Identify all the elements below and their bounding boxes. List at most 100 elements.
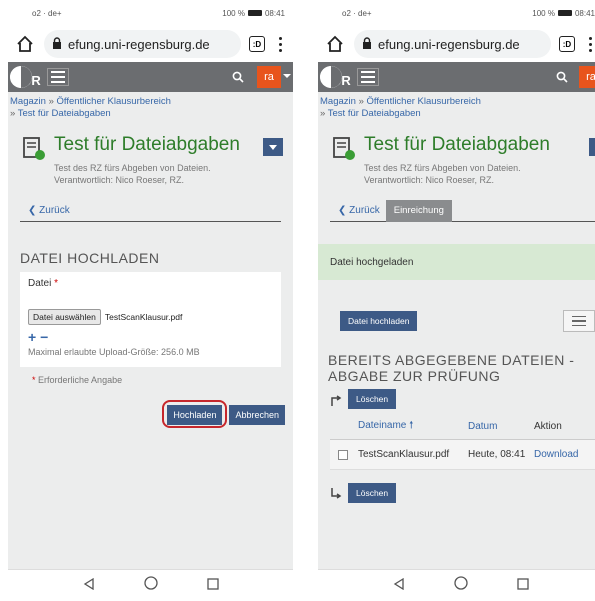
actions-dropdown-button[interactable] xyxy=(589,138,595,156)
home-nav-icon[interactable] xyxy=(453,576,468,595)
add-file-icon[interactable]: + xyxy=(28,329,36,345)
status-bar: o2 · de+ 100 % 08:41 xyxy=(8,0,293,26)
breadcrumb-magazin[interactable]: Magazin xyxy=(10,96,46,107)
search-icon[interactable] xyxy=(551,66,573,88)
breadcrumb-test-submissions[interactable]: Test für Dateiabgaben xyxy=(18,108,111,119)
browser-menu-icon[interactable] xyxy=(583,36,595,52)
sort-up-icon: 🠕 xyxy=(409,420,414,431)
browser-menu-icon[interactable] xyxy=(273,36,287,52)
choose-file-button[interactable]: Datei auswählen xyxy=(28,309,101,325)
section-title: DATEI HOCHLADEN xyxy=(20,250,160,266)
android-nav-bar xyxy=(318,569,595,601)
recents-nav-icon[interactable] xyxy=(516,577,529,595)
breadcrumb-test-submissions[interactable]: Test für Dateiabgaben xyxy=(328,108,421,119)
user-menu-button[interactable]: ra xyxy=(579,66,595,88)
upload-highlight: Hochladen xyxy=(162,400,228,428)
cancel-button[interactable]: Abbrechen xyxy=(229,405,285,425)
actions-dropdown-button[interactable] xyxy=(263,138,283,156)
page-title-row: Test für Dateiabgaben xyxy=(318,120,595,162)
upload-button[interactable]: Hochladen xyxy=(167,405,223,425)
home-icon[interactable] xyxy=(14,33,36,55)
max-upload-size: Maximal erlaubte Upload-Größe: 256.0 MB xyxy=(28,347,200,357)
page-title: Test für Dateiabgaben xyxy=(54,134,240,155)
column-date[interactable]: Datum xyxy=(468,421,534,432)
battery-icon xyxy=(557,10,572,16)
university-logo[interactable] xyxy=(320,66,342,88)
university-logo[interactable] xyxy=(10,66,32,88)
column-action: Aktion xyxy=(534,421,562,432)
page-description-1: Test des RZ fürs Abgeben von Dateien. xyxy=(364,163,521,173)
clock: 08:41 xyxy=(264,8,285,18)
breadcrumb-separator: » xyxy=(48,96,54,107)
battery-icon xyxy=(247,10,262,16)
page-description-1: Test des RZ fürs Abgeben von Dateien. xyxy=(54,163,211,173)
table-header: Dateiname 🠕 Datum Aktion xyxy=(330,414,595,440)
row-date: Heute, 08:41 xyxy=(468,449,526,460)
upload-form: Datei * Datei auswählen TestScanKlausur.… xyxy=(20,272,281,367)
browser-url-bar: efung.uni-regensburg.de :D xyxy=(318,26,595,62)
back-nav-icon[interactable] xyxy=(393,577,405,595)
lock-icon xyxy=(362,36,372,52)
chevron-down-icon xyxy=(283,74,291,78)
url-text: efung.uni-regensburg.de xyxy=(378,36,520,52)
page-description-2: Verantwortlich: Nico Roeser, RZ. xyxy=(364,175,495,185)
site-header: UR ra xyxy=(8,62,293,92)
address-field[interactable]: efung.uni-regensburg.de xyxy=(44,30,241,58)
chosen-file-name: TestScanKlausur.pdf xyxy=(104,312,183,322)
status-bar: o2 · de+ 100 % 08:41 xyxy=(318,0,595,26)
row-download-link[interactable]: Download xyxy=(534,449,584,460)
home-icon[interactable] xyxy=(324,33,346,55)
site-menu-icon[interactable] xyxy=(46,68,69,86)
breadcrumb-public-exam-area[interactable]: Öffentlicher Klausurbereich xyxy=(367,96,481,107)
main-content: Magazin » Öffentlicher Klausurbereich » … xyxy=(318,92,595,569)
success-message: Datei hochgeladen xyxy=(318,244,595,280)
tab-switcher-button[interactable]: :D xyxy=(559,36,575,52)
upload-file-button[interactable]: Datei hochladen xyxy=(340,311,418,331)
battery-percent: 100 % xyxy=(532,8,555,18)
delete-button-top[interactable]: Löschen xyxy=(348,389,397,409)
submitted-files-table: Löschen Dateiname 🠕 Datum Aktion TestSca… xyxy=(330,388,595,504)
back-link[interactable]: ❮ Zurück xyxy=(330,205,380,216)
form-buttons: Hochladen Abbrechen xyxy=(162,400,285,428)
exercise-icon xyxy=(22,136,46,162)
remove-file-icon[interactable]: − xyxy=(40,329,48,345)
delete-button-bottom[interactable]: Löschen xyxy=(348,483,397,503)
file-field-label: Datei xyxy=(28,278,52,289)
browser-url-bar: efung.uni-regensburg.de :D xyxy=(8,26,293,62)
breadcrumb: Magazin » Öffentlicher Klausurbereich » … xyxy=(8,92,293,120)
breadcrumb: Magazin » Öffentlicher Klausurbereich » … xyxy=(318,92,595,120)
clock: 08:41 xyxy=(574,8,595,18)
tabs-row: ❮ Zurück Einreichung xyxy=(330,199,595,222)
breadcrumb-public-exam-area[interactable]: Öffentlicher Klausurbereich xyxy=(57,96,171,107)
exercise-icon xyxy=(332,136,356,162)
file-picker: Datei auswählen TestScanKlausur.pdf xyxy=(28,309,273,325)
tab-submission[interactable]: Einreichung xyxy=(385,199,452,222)
table-row: TestScanKlausur.pdf Heute, 08:41 Downloa… xyxy=(330,440,595,470)
carrier-text: o2 · de+ xyxy=(342,8,372,18)
breadcrumb-magazin[interactable]: Magazin xyxy=(320,96,356,107)
site-header: UR ra xyxy=(318,62,595,92)
select-arrow-down-icon xyxy=(330,487,342,499)
user-menu-button[interactable]: ra xyxy=(257,66,281,88)
address-field[interactable]: efung.uni-regensburg.de xyxy=(354,30,551,58)
android-nav-bar xyxy=(8,569,293,601)
back-nav-icon[interactable] xyxy=(83,577,95,595)
site-menu-icon[interactable] xyxy=(356,68,379,86)
select-arrow-up-icon xyxy=(330,393,342,406)
table-actions-top: Löschen xyxy=(330,388,595,410)
back-link[interactable]: ❮ Zurück xyxy=(20,205,70,216)
row-checkbox[interactable] xyxy=(338,449,348,460)
main-content: Magazin » Öffentlicher Klausurbereich » … xyxy=(8,92,293,569)
required-note: * Erforderliche Angabe xyxy=(32,375,123,385)
recents-nav-icon[interactable] xyxy=(206,577,219,595)
phone-screen-upload-result: o2 · de+ 100 % 08:41 efung.uni-regensbur… xyxy=(318,0,595,601)
row-filename: TestScanKlausur.pdf xyxy=(358,449,450,460)
tab-switcher-button[interactable]: :D xyxy=(249,36,265,52)
home-nav-icon[interactable] xyxy=(143,576,158,595)
table-menu-icon[interactable] xyxy=(563,310,595,332)
submitted-files-title: BEREITS ABGEGEBENE DATEIEN - ABGABE ZUR … xyxy=(328,352,575,384)
search-icon[interactable] xyxy=(227,66,249,88)
required-mark: * xyxy=(54,278,59,289)
tabs-row: ❮ Zurück xyxy=(20,200,281,222)
column-filename[interactable]: Dateiname 🠕 xyxy=(358,418,468,435)
